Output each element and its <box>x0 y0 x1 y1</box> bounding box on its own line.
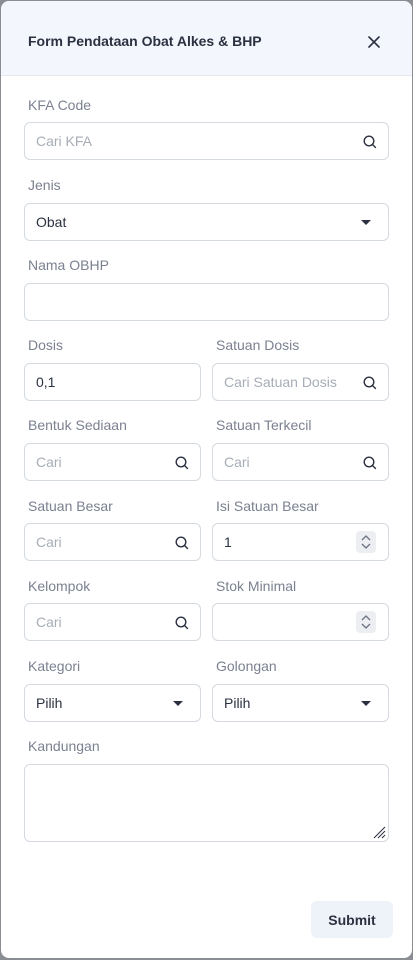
chevron-down-icon <box>173 701 183 706</box>
stok-minimal-number-input[interactable] <box>212 603 389 641</box>
search-icon <box>363 135 377 149</box>
isi-satuan-besar-label: Isi Satuan Besar <box>216 498 319 514</box>
resize-handle-icon[interactable] <box>372 825 386 839</box>
satuan-besar-placeholder: Cari <box>36 534 62 550</box>
search-icon <box>175 536 189 550</box>
kfa-code-search-input[interactable]: Cari KFA <box>24 122 389 160</box>
satuan-dosis-placeholder: Cari Satuan Dosis <box>224 374 337 390</box>
satuan-besar-label: Satuan Besar <box>28 498 113 514</box>
search-icon <box>363 456 377 470</box>
dosis-label: Dosis <box>28 337 64 353</box>
modal-title: Form Pendataan Obat Alkes & BHP <box>28 33 262 49</box>
golongan-label: Golongan <box>216 658 277 674</box>
kategori-label: Kategori <box>28 658 81 674</box>
jenis-select[interactable]: Obat <box>24 203 389 241</box>
dosis-input[interactable]: 0,1 <box>24 363 201 401</box>
nama-obhp-input[interactable] <box>24 283 389 321</box>
satuan-terkecil-label: Satuan Terkecil <box>216 417 312 433</box>
golongan-value: Pilih <box>224 695 251 711</box>
search-icon <box>175 616 189 630</box>
form-modal: Form Pendataan Obat Alkes & BHP KFA Code… <box>1 1 412 958</box>
satuan-terkecil-search-input[interactable]: Cari <box>212 443 389 481</box>
nama-obhp-label: Nama OBHP <box>28 257 109 273</box>
chevron-down-icon <box>361 220 371 225</box>
jenis-value: Obat <box>36 214 67 230</box>
bentuk-sediaan-search-input[interactable]: Cari <box>24 443 201 481</box>
modal-header: Form Pendataan Obat Alkes & BHP <box>1 1 412 76</box>
dosis-value: 0,1 <box>36 374 56 390</box>
satuan-dosis-label: Satuan Dosis <box>216 337 300 353</box>
satuan-besar-search-input[interactable]: Cari <box>24 523 201 561</box>
stok-minimal-label: Stok Minimal <box>216 578 297 594</box>
satuan-dosis-search-input[interactable]: Cari Satuan Dosis <box>212 363 389 401</box>
kandungan-label: Kandungan <box>28 738 100 754</box>
kategori-value: Pilih <box>36 695 63 711</box>
jenis-label: Jenis <box>28 177 61 193</box>
search-icon <box>175 456 189 470</box>
bentuk-sediaan-placeholder: Cari <box>36 454 62 470</box>
kfa-code-label: KFA Code <box>28 97 92 113</box>
close-icon <box>368 36 380 48</box>
kandungan-textarea[interactable] <box>24 764 389 842</box>
kelompok-placeholder: Cari <box>36 614 62 630</box>
isi-satuan-besar-value: 1 <box>224 534 232 550</box>
kategori-select[interactable]: Pilih <box>24 684 201 722</box>
chevron-down-icon <box>361 701 371 706</box>
number-spinner[interactable] <box>356 611 376 633</box>
kelompok-search-input[interactable]: Cari <box>24 603 201 641</box>
bentuk-sediaan-label: Bentuk Sediaan <box>28 417 127 433</box>
search-icon <box>363 376 377 390</box>
spinner-arrows-icon <box>361 615 371 629</box>
spinner-arrows-icon <box>361 535 371 549</box>
number-spinner[interactable] <box>356 531 376 553</box>
submit-button[interactable]: Submit <box>311 901 393 938</box>
kfa-code-placeholder: Cari KFA <box>36 133 93 149</box>
kelompok-label: Kelompok <box>28 578 91 594</box>
satuan-terkecil-placeholder: Cari <box>224 454 250 470</box>
close-button[interactable] <box>363 31 385 53</box>
golongan-select[interactable]: Pilih <box>212 684 389 722</box>
isi-satuan-besar-number-input[interactable]: 1 <box>212 523 389 561</box>
